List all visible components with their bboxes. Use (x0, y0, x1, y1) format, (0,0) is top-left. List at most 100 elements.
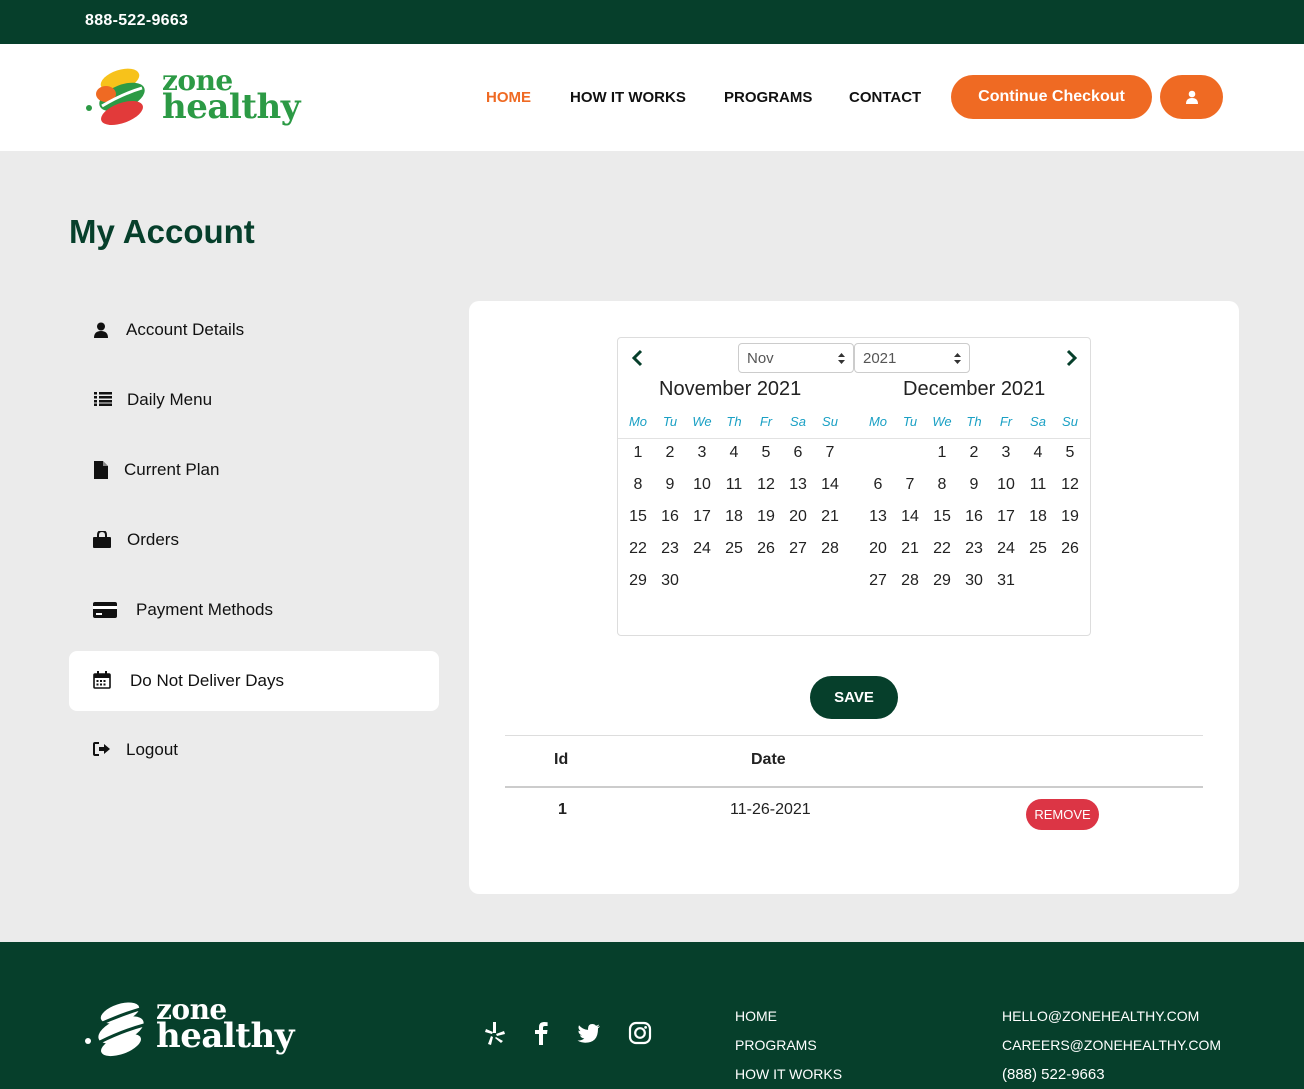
weekday-label: Fr (999, 414, 1013, 429)
calendar-day[interactable]: 10 (990, 476, 1022, 494)
calendar-day[interactable]: 15 (926, 508, 958, 526)
calendar-day[interactable]: 11 (718, 476, 750, 494)
calendar-day[interactable]: 12 (1054, 476, 1086, 494)
calendar-day[interactable]: 4 (1022, 444, 1054, 462)
nav-home[interactable]: HOME (486, 89, 531, 106)
sign-out-icon (93, 742, 110, 756)
sidebar-item-current-plan[interactable]: Current Plan (69, 440, 439, 500)
calendar-day[interactable]: 20 (782, 508, 814, 526)
instagram-icon[interactable] (627, 1020, 653, 1046)
calendar-day[interactable]: 20 (862, 540, 894, 558)
calendar-day[interactable]: 17 (686, 508, 718, 526)
calendar-day[interactable]: 19 (750, 508, 782, 526)
user-account-button[interactable] (1160, 75, 1223, 119)
calendar-day[interactable]: 12 (750, 476, 782, 494)
calendar-day[interactable]: 23 (958, 540, 990, 558)
calendar-day[interactable]: 11 (1022, 476, 1054, 494)
calendar-day[interactable]: 6 (782, 444, 814, 462)
year-select[interactable]: 2021 (854, 343, 970, 373)
footer-logo[interactable]: zone healthy (84, 995, 299, 1057)
calendar-day[interactable]: 25 (1022, 540, 1054, 558)
calendar-day[interactable]: 2 (654, 444, 686, 462)
calendar-day[interactable]: 18 (718, 508, 750, 526)
calendar-day[interactable]: 28 (814, 540, 846, 558)
calendar-day[interactable]: 16 (958, 508, 990, 526)
calendar-day[interactable]: 6 (862, 476, 894, 494)
footer-link-home[interactable]: HOME (735, 1008, 777, 1024)
twitter-icon[interactable] (576, 1020, 602, 1046)
calendar-day[interactable]: 3 (686, 444, 718, 462)
calendar-day[interactable]: 23 (654, 540, 686, 558)
chevron-right-icon[interactable] (1061, 348, 1081, 368)
calendar-day[interactable]: 8 (622, 476, 654, 494)
calendar-day[interactable]: 7 (894, 476, 926, 494)
calendar-day[interactable]: 27 (782, 540, 814, 558)
calendar-day[interactable]: 31 (990, 572, 1022, 590)
calendar-day[interactable]: 29 (926, 572, 958, 590)
footer-email-careers[interactable]: CAREERS@ZONEHEALTHY.COM (1002, 1037, 1221, 1053)
brand-logo[interactable]: zone healthy (84, 66, 300, 128)
sidebar-item-logout[interactable]: Logout (69, 720, 439, 780)
calendar-day[interactable]: 1 (622, 444, 654, 462)
footer-phone[interactable]: (888) 522-9663 (1002, 1066, 1105, 1083)
sidebar-item-daily-menu[interactable]: Daily Menu (69, 370, 439, 430)
calendar-day[interactable]: 10 (686, 476, 718, 494)
nav-how-it-works[interactable]: HOW IT WORKS (570, 89, 686, 106)
weekday-label: We (932, 414, 952, 429)
calendar-day[interactable]: 28 (894, 572, 926, 590)
footer-link-how-it-works[interactable]: HOW IT WORKS (735, 1066, 842, 1082)
continue-checkout-button[interactable]: Continue Checkout (951, 75, 1152, 119)
calendar-day[interactable]: 21 (894, 540, 926, 558)
calendar-day[interactable]: 30 (654, 572, 686, 590)
calendar-day[interactable]: 14 (814, 476, 846, 494)
calendar-day[interactable]: 22 (622, 540, 654, 558)
calendar-day[interactable]: 5 (1054, 444, 1086, 462)
footer-email-hello[interactable]: HELLO@ZONEHEALTHY.COM (1002, 1008, 1199, 1024)
calendar-day[interactable]: 4 (718, 444, 750, 462)
calendar-day[interactable]: 14 (894, 508, 926, 526)
shopping-bag-icon (93, 531, 111, 548)
calendar-day[interactable]: 8 (926, 476, 958, 494)
calendar-day[interactable]: 19 (1054, 508, 1086, 526)
save-button[interactable]: SAVE (810, 676, 898, 719)
calendar-day[interactable]: 9 (958, 476, 990, 494)
calendar-day[interactable]: 22 (926, 540, 958, 558)
nav-contact[interactable]: CONTACT (849, 89, 921, 106)
calendar-day[interactable]: 16 (654, 508, 686, 526)
calendar-day[interactable]: 7 (814, 444, 846, 462)
calendar-day[interactable]: 13 (862, 508, 894, 526)
weekday-label: Sa (790, 414, 806, 429)
calendar-day[interactable]: 13 (782, 476, 814, 494)
calendar-day[interactable]: 18 (1022, 508, 1054, 526)
sidebar-item-account-details[interactable]: Account Details (69, 300, 439, 360)
sidebar-item-payment-methods[interactable]: Payment Methods (69, 580, 439, 640)
facebook-icon[interactable] (528, 1020, 554, 1046)
calendar-day[interactable]: 24 (990, 540, 1022, 558)
remove-button[interactable]: REMOVE (1026, 799, 1099, 830)
nav-programs[interactable]: PROGRAMS (724, 89, 812, 106)
calendar-day[interactable]: 26 (750, 540, 782, 558)
calendar-day[interactable]: 21 (814, 508, 846, 526)
footer-link-programs[interactable]: PROGRAMS (735, 1037, 817, 1053)
calendar-day[interactable]: 25 (718, 540, 750, 558)
chevron-left-icon[interactable] (628, 348, 648, 368)
calendar-day[interactable]: 27 (862, 572, 894, 590)
calendar-day[interactable]: 1 (926, 444, 958, 462)
top-phone[interactable]: 888-522-9663 (85, 12, 188, 30)
calendar-day[interactable]: 5 (750, 444, 782, 462)
calendar-day[interactable]: 9 (654, 476, 686, 494)
calendar-day[interactable]: 3 (990, 444, 1022, 462)
sidebar-item-label: Do Not Deliver Days (130, 671, 284, 690)
calendar-day[interactable]: 15 (622, 508, 654, 526)
calendar-day[interactable]: 24 (686, 540, 718, 558)
sidebar-item-do-not-deliver-days[interactable]: Do Not Deliver Days (69, 651, 439, 711)
calendar-day[interactable]: 29 (622, 572, 654, 590)
calendar-day[interactable]: 30 (958, 572, 990, 590)
month-select[interactable]: Nov (738, 343, 854, 373)
select-arrows-icon (838, 353, 845, 364)
calendar-day[interactable]: 2 (958, 444, 990, 462)
yelp-icon[interactable] (482, 1020, 508, 1046)
sidebar-item-orders[interactable]: Orders (69, 510, 439, 570)
calendar-day[interactable]: 26 (1054, 540, 1086, 558)
calendar-day[interactable]: 17 (990, 508, 1022, 526)
